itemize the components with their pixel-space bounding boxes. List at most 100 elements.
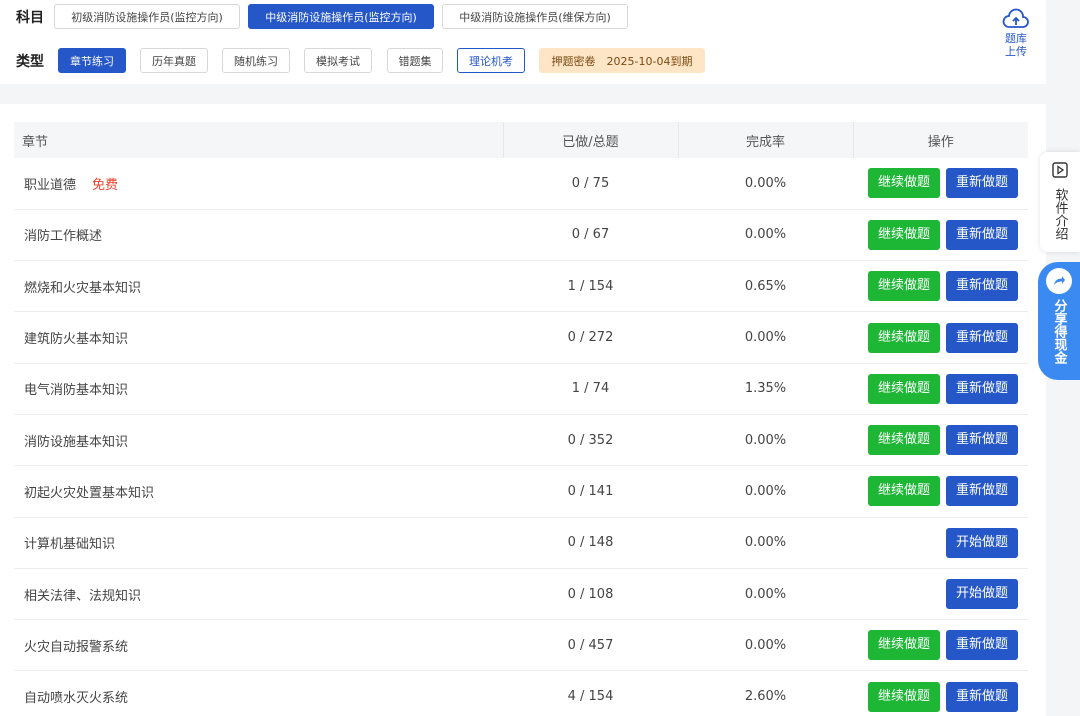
table-row: 职业道德 免费 0 / 75 0.00% 继续做题 重新做题 — [14, 158, 1028, 210]
continue-button[interactable]: 继续做题 — [868, 322, 940, 353]
restart-button[interactable]: 重新做题 — [946, 476, 1018, 507]
progress-cell: 0 / 67 — [503, 209, 678, 262]
continue-button[interactable]: 继续做题 — [868, 425, 940, 456]
chapter-name: 消防设施基本知识 — [24, 434, 129, 450]
progress-cell: 1 / 154 — [503, 260, 678, 313]
actions-cell: 继续做题 重新做题 — [853, 158, 1028, 210]
cloud-upload-icon — [1002, 8, 1029, 28]
start-button[interactable]: 开始做题 — [946, 579, 1018, 610]
table-row: 消防工作概述 0 / 67 0.00% 继续做题 重新做题 — [14, 209, 1028, 262]
progress-cell: 0 / 108 — [503, 568, 678, 621]
actions-cell: 继续做题 重新做题 — [853, 414, 1028, 467]
chapter-name-cell: 燃烧和火灾基本知识 — [14, 260, 503, 313]
actions-cell: 继续做题 重新做题 — [853, 670, 1028, 716]
chapter-name: 自动喷水灭火系统 — [24, 691, 129, 707]
software-intro-tab[interactable]: 软件介绍 — [1040, 152, 1080, 252]
table-row: 燃烧和火灾基本知识 1 / 154 0.65% 继续做题 重新做题 — [14, 260, 1028, 313]
actions-cell: 开始做题 — [853, 517, 1028, 569]
chapter-name-cell: 电气消防基本知识 — [14, 363, 503, 415]
continue-button[interactable]: 继续做题 — [868, 271, 940, 302]
restart-button[interactable]: 重新做题 — [946, 168, 1018, 199]
actions-cell: 继续做题 重新做题 — [853, 260, 1028, 313]
rate-cell: 0.00% — [678, 568, 853, 621]
restart-button[interactable]: 重新做题 — [946, 681, 1018, 712]
progress-cell: 0 / 75 — [503, 158, 678, 210]
chapter-table: 章节 已做/总题 完成率 操作 职业道德 免费 0 / 75 0.00% 继续做题 重新做… — [14, 122, 1028, 716]
header-progress: 已做/总题 — [502, 122, 678, 158]
type-label: 类型 — [16, 54, 44, 70]
continue-button[interactable]: 继续做题 — [868, 681, 940, 712]
rate-cell: 0.00% — [678, 414, 853, 467]
rate-cell: 0.65% — [678, 260, 853, 313]
question-bank-upload[interactable]: 题库 上传 — [996, 8, 1036, 58]
chapter-name-cell: 消防工作概述 — [14, 209, 503, 262]
rate-cell: 0.00% — [678, 517, 853, 569]
type-random-practice[interactable]: 随机练习 — [222, 48, 290, 73]
table-row: 计算机基础知识 0 / 148 0.00% 开始做题 — [14, 517, 1028, 569]
continue-button[interactable]: 继续做题 — [868, 373, 940, 404]
progress-cell: 0 / 272 — [503, 311, 678, 364]
chapter-name-cell: 火灾自动报警系统 — [14, 619, 503, 672]
continue-button[interactable]: 继续做题 — [868, 630, 940, 661]
filter-bar: 科目 初级消防设施操作员(监控方向) 中级消防设施操作员(监控方向) 中级消防设… — [0, 0, 1046, 84]
restart-button[interactable]: 重新做题 — [946, 271, 1018, 302]
chapter-name: 职业道德 — [24, 177, 77, 193]
table-row: 消防设施基本知识 0 / 352 0.00% 继续做题 重新做题 — [14, 414, 1028, 467]
restart-button[interactable]: 重新做题 — [946, 425, 1018, 456]
actions-cell: 继续做题 重新做题 — [853, 619, 1028, 672]
restart-button[interactable]: 重新做题 — [946, 219, 1018, 250]
chapter-panel: 章节 已做/总题 完成率 操作 职业道德 免费 0 / 75 0.00% 继续做题 重新做… — [0, 104, 1046, 716]
rate-cell: 0.00% — [678, 311, 853, 364]
chapter-name: 初起火灾处置基本知识 — [24, 485, 155, 501]
table-row: 相关法律、法规知识 0 / 108 0.00% 开始做题 — [14, 568, 1028, 621]
header-rate: 完成率 — [677, 122, 853, 158]
chapter-name-cell: 消防设施基本知识 — [14, 414, 503, 467]
subject-option-intermediate-monitor[interactable]: 中级消防设施操作员(监控方向) — [248, 4, 434, 29]
rate-cell: 0.00% — [678, 619, 853, 672]
progress-cell: 0 / 141 — [503, 465, 678, 518]
chapter-name: 相关法律、法规知识 — [24, 588, 142, 604]
subject-option-junior-monitor[interactable]: 初级消防设施操作员(监控方向) — [54, 4, 240, 29]
type-theory-computer-exam[interactable]: 理论机考 — [457, 48, 525, 73]
upload-label-line1: 题库 — [1005, 32, 1027, 45]
upload-label-line2: 上传 — [1005, 45, 1027, 58]
continue-button[interactable]: 继续做题 — [868, 219, 940, 250]
progress-cell: 4 / 154 — [503, 670, 678, 716]
share-icon — [1046, 268, 1072, 294]
progress-cell: 0 / 352 — [503, 414, 678, 467]
table-header: 章节 已做/总题 完成率 操作 — [14, 122, 1028, 158]
rate-cell: 2.60% — [678, 670, 853, 716]
progress-cell: 0 / 457 — [503, 619, 678, 672]
continue-button[interactable]: 继续做题 — [868, 476, 940, 507]
subject-option-intermediate-maintenance[interactable]: 中级消防设施操作员(维保方向) — [442, 4, 628, 29]
restart-button[interactable]: 重新做题 — [946, 322, 1018, 353]
table-row: 电气消防基本知识 1 / 74 1.35% 继续做题 重新做题 — [14, 363, 1028, 415]
start-button[interactable]: 开始做题 — [946, 527, 1018, 558]
rate-cell: 0.00% — [678, 465, 853, 518]
chapter-name: 计算机基础知识 — [24, 537, 116, 553]
chapter-name-cell: 初起火灾处置基本知识 — [14, 465, 503, 518]
chapter-name: 建筑防火基本知识 — [24, 332, 129, 348]
type-chapter-practice[interactable]: 章节练习 — [58, 48, 126, 73]
progress-cell: 0 / 148 — [503, 517, 678, 569]
continue-button[interactable]: 继续做题 — [868, 168, 940, 199]
promo-exam-paper[interactable]: 押题密卷 2025-10-04到期 — [539, 48, 705, 73]
share-earn-cash-tab[interactable]: 分享得现金 — [1038, 262, 1080, 380]
play-icon — [1052, 162, 1068, 178]
progress-cell: 1 / 74 — [503, 363, 678, 415]
share-label: 分享得现金 — [1051, 299, 1067, 364]
chapter-name: 消防工作概述 — [24, 229, 103, 245]
actions-cell: 继续做题 重新做题 — [853, 209, 1028, 262]
actions-cell: 继续做题 重新做题 — [853, 311, 1028, 364]
type-wrong-questions[interactable]: 错题集 — [387, 48, 443, 73]
restart-button[interactable]: 重新做题 — [946, 373, 1018, 404]
chapter-name: 电气消防基本知识 — [24, 383, 129, 399]
header-chapter: 章节 — [14, 122, 503, 158]
actions-cell: 继续做题 重新做题 — [853, 363, 1028, 415]
type-past-exams[interactable]: 历年真题 — [140, 48, 208, 73]
chapter-name-cell: 职业道德 免费 — [14, 158, 503, 210]
table-row: 初起火灾处置基本知识 0 / 141 0.00% 继续做题 重新做题 — [14, 465, 1028, 518]
restart-button[interactable]: 重新做题 — [946, 630, 1018, 661]
type-mock-exam[interactable]: 模拟考试 — [304, 48, 372, 73]
table-row: 火灾自动报警系统 0 / 457 0.00% 继续做题 重新做题 — [14, 619, 1028, 672]
